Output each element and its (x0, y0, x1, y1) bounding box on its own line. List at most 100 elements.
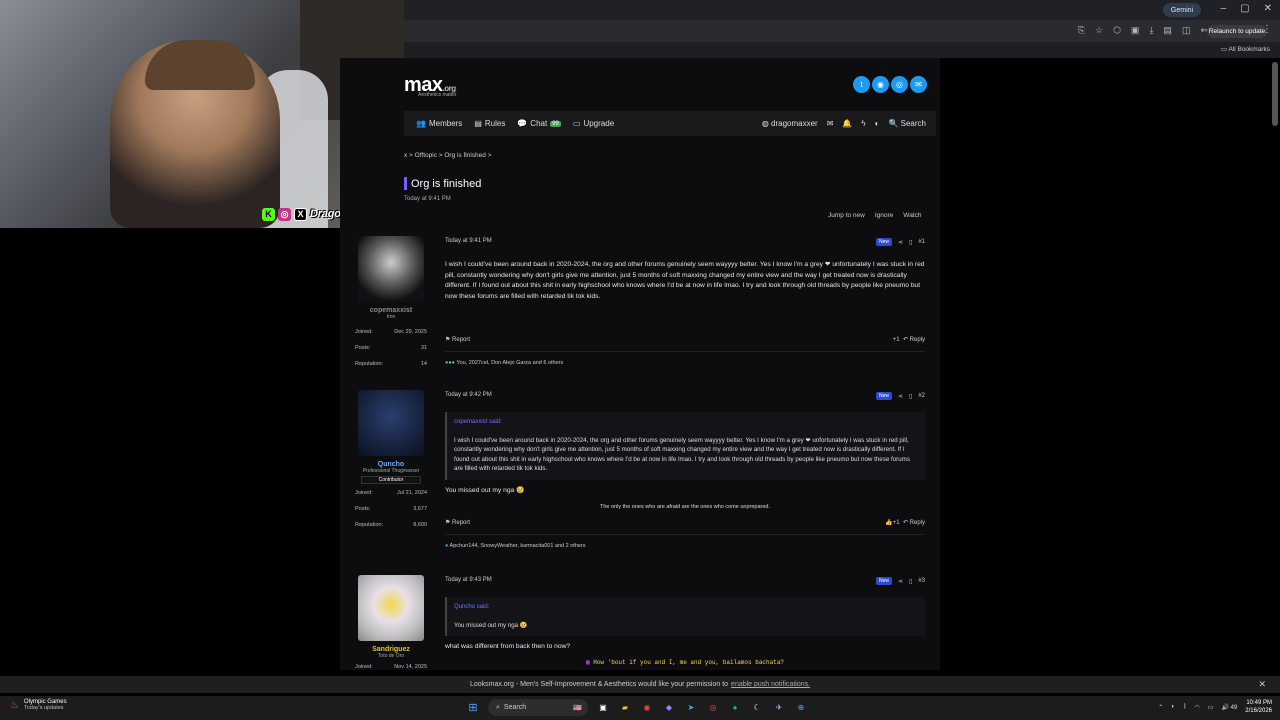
reply-button[interactable]: ↶ Reply (903, 520, 925, 526)
nav-chat[interactable]: 💬 Chat 99 (517, 119, 561, 128)
restore-icon[interactable]: ▢ (1240, 3, 1249, 14)
post-text: I wish I could've been around back in 20… (445, 261, 925, 300)
windows-start-icon[interactable]: ⊞ (466, 701, 480, 715)
avatar[interactable] (358, 390, 424, 456)
reaction-icons: ●●● (445, 360, 457, 366)
post-number[interactable]: #3 (918, 578, 925, 584)
nav-rules[interactable]: ▤ Rules (474, 119, 505, 128)
enable-notifications-link[interactable]: enable push notifications. (731, 681, 810, 688)
nav-upgrade[interactable]: ▭ Upgrade (573, 119, 614, 128)
wifi-icon[interactable]: ◠ (1195, 704, 1200, 711)
username[interactable]: Quncho (348, 461, 434, 468)
bookmark-icon[interactable]: ▯ (909, 239, 912, 246)
app-icon-2[interactable]: ➤ (684, 701, 698, 715)
chat-icon: 💬 (517, 119, 528, 128)
bluetooth-icon[interactable]: ᛒ (1183, 704, 1187, 710)
like-button[interactable]: +1 (893, 337, 900, 343)
search-icon: ⌕ (496, 703, 500, 711)
relaunch-button[interactable]: Relaunch to update (1207, 25, 1267, 38)
instagram-icon: ◎ (278, 207, 291, 221)
account-link[interactable]: ◍ dragomaxxer (762, 119, 818, 128)
all-bookmarks-button[interactable]: ▭ All Bookmarks (1221, 45, 1270, 53)
nav-members[interactable]: 👥 Members (416, 119, 462, 128)
conversations-icon[interactable]: ✉ (827, 119, 834, 128)
bookmark-icon[interactable]: ▯ (909, 578, 912, 585)
username[interactable]: copemaxxist (348, 307, 434, 314)
spotify-icon[interactable]: ● (728, 701, 742, 715)
post-1-body: Today at 9:41 PM New ⋖ ▯ #1 I wish I cou… (445, 238, 925, 366)
widgets-button[interactable]: ♨ Olympic Games Today's updates (10, 699, 67, 711)
instagram-link-icon[interactable]: ◎ (891, 76, 908, 93)
flame-icon[interactable]: ϟ (861, 119, 865, 128)
system-tray: ⌃ ◐ ᛒ ◠ ▭ 🔊 49 10:49 PM 2/16/2026 (1158, 699, 1272, 715)
bookmark-icon[interactable]: ▯ (909, 393, 912, 400)
username[interactable]: Sandriguez (348, 646, 434, 653)
reply-button[interactable]: ↶ Reply (903, 337, 925, 343)
contributor-badge: Contributor (361, 476, 421, 484)
menu-icon[interactable]: ⋮ (1262, 24, 1272, 35)
twitter-icon[interactable]: t (853, 76, 870, 93)
quote-author[interactable]: Quncho said: (454, 603, 918, 613)
user-reputation: Reputation: 8,600 (355, 522, 427, 528)
app-icon-1[interactable]: ◆ (662, 701, 676, 715)
app-icon-3[interactable]: ◎ (706, 701, 720, 715)
extensions-puzzle-icon[interactable]: ▣ (1131, 25, 1140, 36)
battery-icon[interactable]: ▭ (1208, 704, 1214, 711)
reactions-bar[interactable]: ● Apchun144, SnowyWeather, karmacita001 … (445, 534, 925, 549)
post-time[interactable]: Today at 9:42 PM (445, 392, 492, 400)
sidebar-icon[interactable]: ◫ (1182, 25, 1191, 36)
extension-icon[interactable]: ⬡ (1113, 25, 1121, 36)
alerts-icon[interactable]: 🔔 (842, 119, 852, 128)
gemini-button[interactable]: Gemini (1163, 3, 1201, 17)
share-icon[interactable]: ⋖ (898, 578, 903, 585)
steam-icon[interactable]: ✈ (772, 701, 786, 715)
user-title: Iron (386, 314, 396, 320)
ignore-button[interactable]: Ignore (875, 212, 893, 219)
quote-author[interactable]: copemaxxist said: (454, 418, 918, 428)
tab-search-icon[interactable]: ▤ (1163, 25, 1172, 36)
reactions-bar[interactable]: ●●● You, 2027cel, Don Alejo Garza and 6 … (445, 351, 925, 366)
tray-app-icon[interactable]: ◐ (1171, 704, 1175, 710)
share-icon[interactable]: ⋖ (898, 393, 903, 400)
close-icon[interactable]: ✕ (1258, 679, 1266, 690)
taskbar-apps: ⊞ ⌕ Search 🇺🇸 ▣ ▰ ◉ ◆ ➤ ◎ ● ☾ ✈ ⊕ (466, 699, 808, 716)
post-time[interactable]: Today at 9:43 PM (445, 577, 492, 585)
quote-text: You missed out my nga 😢 (454, 621, 528, 629)
chevron-up-icon[interactable]: ⌃ (1158, 704, 1163, 711)
volume-icon[interactable]: 🔊 49 (1221, 704, 1237, 711)
theme-toggle-icon[interactable]: ◐ (875, 119, 880, 128)
breadcrumb[interactable]: x > Offtopic > Org is finished > (404, 152, 492, 159)
app-icon-5[interactable]: ⊕ (794, 701, 808, 715)
close-icon[interactable]: ✕ (1264, 3, 1272, 14)
avatar[interactable] (358, 575, 424, 641)
post-number[interactable]: #1 (918, 239, 925, 245)
post-number[interactable]: #2 (918, 393, 925, 399)
rules-icon: ▤ (474, 119, 482, 128)
star-icon[interactable]: ☆ (1095, 25, 1103, 36)
search-link[interactable]: 🔍 Search (888, 119, 926, 128)
task-view-icon[interactable]: ▣ (596, 701, 610, 715)
like-button[interactable]: 👍+1 (885, 520, 899, 526)
avatar[interactable] (358, 236, 424, 302)
report-button[interactable]: ⚑ Report (445, 336, 470, 343)
chrome-icon[interactable]: ◉ (640, 701, 654, 715)
post-2-user: Quncho Professional Thugmaxxer Contribut… (348, 390, 434, 528)
taskbar-search[interactable]: ⌕ Search 🇺🇸 (488, 699, 588, 716)
install-icon[interactable]: ⎘ (1078, 25, 1085, 36)
post-time[interactable]: Today at 9:41 PM (445, 238, 492, 246)
taskbar-clock[interactable]: 10:49 PM 2/16/2026 (1245, 699, 1272, 715)
discord-icon[interactable]: ◉ (872, 76, 889, 93)
site-tagline: Aesthetics matter (418, 92, 457, 98)
share-icon[interactable]: ⋖ (898, 239, 903, 246)
nav-user-area: ◍ dragomaxxer ✉ 🔔 ϟ ◐ 🔍 Search (762, 111, 926, 136)
minimize-icon[interactable]: – (1221, 3, 1227, 14)
app-icon-4[interactable]: ☾ (750, 701, 764, 715)
watch-button[interactable]: Watch (903, 212, 921, 219)
jump-to-new-button[interactable]: Jump to new (828, 212, 865, 219)
email-icon[interactable]: ✉ (910, 76, 927, 93)
report-button[interactable]: ⚑ Report (445, 519, 470, 526)
user-posts: Posts: 31 (355, 345, 427, 351)
file-explorer-icon[interactable]: ▰ (618, 701, 632, 715)
download-icon[interactable]: ⤓ (1149, 25, 1153, 36)
page-scrollbar[interactable] (1272, 62, 1278, 126)
